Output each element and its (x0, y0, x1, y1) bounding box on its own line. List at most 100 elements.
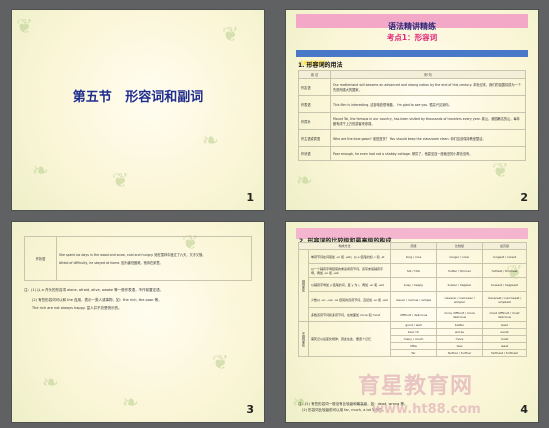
table-row: 作状语 She spent six days in the wood and s… (24, 236, 252, 281)
example-cell: Our motherland will become an advanced a… (330, 78, 526, 96)
slide-title: 第五节 形容词和副词 (12, 86, 264, 105)
comparative-cell: more (436, 335, 484, 343)
rule-cell: 需死记以后变化规律，因此在此，要逐个记忆 (307, 321, 392, 357)
watermark-url: www.ht88.com (372, 402, 481, 417)
leaf-decoration-icon: ❧ (122, 390, 139, 414)
group-label: 不规则变化 (298, 321, 309, 357)
superlative-cell: farthest / furthest (482, 349, 528, 357)
comparative-cell: longer / nicer (436, 249, 484, 264)
slide-2[interactable]: ❦ ❧ 语法精讲精练 考点1：形容词 【考点精讲】 1. 形容词的用法 用 法 … (286, 10, 538, 210)
table-row: 不规则变化 需死记以后变化规律，因此在此，要逐个记忆 good / well b… (298, 321, 528, 357)
table-row: 多数双音节词和多音节词，在前面加 more 和 most difficult /… (299, 307, 528, 322)
table-header-row: 构成方法 原级 比较级 最高级 (297, 242, 528, 250)
positive-cell: little (390, 342, 438, 350)
usage-cell: 作主语或宾语 (298, 129, 331, 147)
table-header-row: 用 法 例 句 (298, 70, 526, 79)
table-row: 作表语 This film is interesting. 这部电影很有趣。 I… (298, 95, 526, 113)
slide-number: 2 (520, 191, 528, 204)
leaf-decoration-icon: ❦ (112, 168, 129, 192)
table-row: 作主语或宾语 Who are the blue gown? 谁是蓝衣？ You … (298, 129, 526, 147)
superlative-cell: cleverest / narrowest / simplest (482, 291, 528, 308)
positive-cell: long / nice (390, 249, 438, 264)
leaf-decoration-icon: ❦ (492, 158, 509, 182)
positive-cell: good / well (390, 321, 438, 329)
rule-cell: 多数双音节词和多音节词，在前面加 more 和 most (307, 307, 392, 322)
usage-cell: 作状语 (24, 236, 57, 281)
example-cell: Who are the blue gown? 谁是蓝衣？ You should … (330, 129, 526, 147)
positive-cell: far (390, 349, 438, 357)
comparison-table: 构成方法 原级 比较级 最高级 规则变化 单音节词在词尾加 -er 和 -est… (297, 242, 528, 357)
table-row: 以一个辅音字母结尾的重读闭音节词，双写末尾辅音字母，再加 -er 和 -est … (299, 263, 528, 278)
leaf-decoration-icon: ❦ (222, 22, 239, 46)
note-3: The rich are not always happy. 富人并不总是快乐的… (32, 306, 122, 310)
comparative-cell: less (436, 342, 484, 350)
superlative-cell: most (482, 335, 528, 343)
usage-cell: 作宾补 (298, 112, 331, 130)
superlative-cell: least (482, 342, 528, 350)
rule-cell: 以一个辅音字母结尾的重读闭音节词，双写末尾辅音字母，再加 -er 和 -est (307, 263, 392, 278)
table-row: 作状语 Poor enough, he even had not a shabb… (298, 146, 526, 161)
superlative-cell: hottest / thinnest (482, 263, 528, 278)
section-heading: 1. 形容词的用法 (298, 62, 343, 69)
usage-cell: 作表语 (298, 95, 331, 113)
comparative-cell: hotter / thinner (436, 263, 484, 278)
table-row: 规则变化 单音节词在词尾加 -er 和 -est；以 e 结尾的加 -r 和 -… (298, 249, 528, 322)
group-label: 规则变化 (298, 249, 309, 322)
comparative-cell: better (436, 321, 484, 329)
usage-table: 用 法 例 句 作定语 Our motherland will become a… (298, 70, 526, 161)
rule-cell: 少数以 -er, -ow, -le 结尾的双音节词，直接加 -er 和 -est (307, 291, 392, 308)
leaf-decoration-icon: ❧ (202, 128, 219, 152)
positive-cell: many / much (390, 335, 438, 343)
header-cell: 原级 (390, 242, 438, 250)
table-row: 少数以 -er, -ow, -le 结尾的双音节词，直接加 -er 和 -est… (299, 291, 528, 308)
header-cell: 构成方法 (297, 242, 392, 250)
leaf-decoration-icon: ❧ (296, 168, 313, 192)
comparative-cell: farther / further (436, 349, 484, 357)
example-cell: She spent six days in the wood and snow,… (56, 236, 252, 281)
header-cell: 用 法 (298, 70, 331, 79)
leaf-decoration-icon: ❧ (42, 370, 59, 394)
subtitle: 考点1：形容词 (386, 33, 438, 42)
superlative-cell: worst (482, 328, 528, 336)
header-cell: 例 句 (330, 70, 526, 79)
positive-cell: busy / happy (390, 277, 438, 292)
example-cell: This film is interesting. 这部电影很有趣。 I'm g… (330, 95, 526, 113)
example-text: Afraid of difficulty, he stayed at home.… (59, 261, 163, 265)
slide-1[interactable]: ❦ ❧ ❦ ❧ ❦ 第五节 形容词和副词 1 (12, 10, 264, 210)
topic-bar: 【考点精讲】 (296, 50, 528, 67)
usage-cell: 作状语 (298, 146, 331, 161)
usage-cell: 作定语 (298, 78, 331, 96)
note-1: 注：(1) 以 a 开头的形容词 alone, afraid, alive, a… (24, 288, 164, 292)
leaf-decoration-icon: ❦ (212, 350, 229, 374)
comparative-cell: worse (436, 328, 484, 336)
slide-number: 3 (246, 403, 254, 416)
slide-number: 4 (520, 403, 528, 416)
example-text: She spent six days in the wood and snow,… (59, 253, 206, 257)
slide-3[interactable]: ❦ ❧ ❦ ❧ 作状语 She spent six days in the wo… (12, 222, 264, 422)
table-row: 以辅音字母加 y 结尾的词，变 y 为 i，再加 -er 和 -est busy… (299, 277, 528, 292)
table-row: 作宾补 Mount Tai, the famous in our country… (298, 112, 526, 130)
leaf-decoration-icon: ❦ (16, 14, 33, 38)
table-row: 作定语 Our motherland will become an advanc… (298, 78, 526, 96)
positive-cell: clever / narrow / simple (390, 291, 438, 308)
positive-cell: difficult / delicious (390, 307, 438, 322)
usage-table-continued: 作状语 She spent six days in the wood and s… (24, 236, 252, 281)
rule-cell: 以辅音字母加 y 结尾的词，变 y 为 i，再加 -er 和 -est (307, 277, 392, 292)
leaf-decoration-icon: ❧ (32, 158, 49, 182)
banner: 语法精讲精练 (296, 14, 528, 31)
comparative-cell: busier / happier (436, 277, 484, 292)
positive-cell: hot / thin (390, 263, 438, 278)
comparative-cell: cleverer / narrower / simpler (436, 291, 484, 308)
note-2: (2) 有些形容词可以和 the 连用，表示一类人或事物，如：the rich,… (32, 298, 162, 302)
header-cell: 比较级 (436, 242, 484, 250)
header-cell: 最高级 (482, 242, 528, 250)
example-cell: Poor enough, he even had not a shabby co… (330, 146, 526, 161)
title-section: 第五节 (72, 90, 112, 105)
superlative-cell: busiest / happiest (482, 277, 528, 292)
superlative-cell: best (482, 321, 528, 329)
comparative-cell: more difficult / more delicious (436, 307, 484, 322)
banner-text: 语法精讲精练 (388, 22, 436, 31)
example-cell: Mount Tai, the famous in our country, ha… (330, 112, 526, 130)
watermark-logo-text: 育星教育网 (358, 374, 474, 399)
superlative-cell: longest / nicest (482, 249, 528, 264)
